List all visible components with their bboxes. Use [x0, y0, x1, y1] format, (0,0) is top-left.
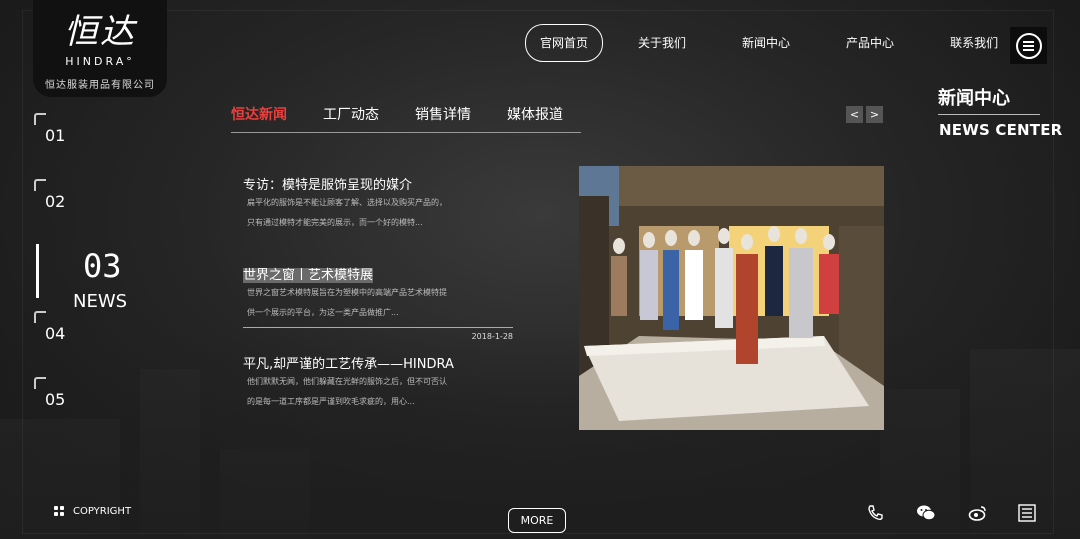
news-item[interactable]: 专访：模特是服饰呈现的媒介 扁平化的服饰是不能让顾客了解、选择以及购买产品的， … [243, 174, 513, 233]
side-index-01[interactable]: 01 [45, 126, 65, 145]
nav-home[interactable]: 官网首页 [525, 24, 604, 62]
news-title[interactable]: 专访：模特是服饰呈现的媒介 [243, 174, 513, 193]
news-photo[interactable] [579, 166, 884, 430]
hamburger-icon [1015, 32, 1042, 59]
divider [938, 114, 1040, 115]
company-name: 恒达服装用品有限公司 [45, 80, 155, 91]
next-arrow-icon[interactable]: > [866, 106, 883, 123]
carousel-arrows: < > [846, 106, 883, 123]
weibo-icon[interactable] [968, 504, 988, 526]
news-excerpt-line: 世界之窗艺术模特展旨在为塑模中的高端产品艺术模特提 [247, 288, 447, 297]
main-nav: 官网首页 关于我们 新闻中心 产品中心 联系我们 [525, 24, 1019, 62]
news-excerpt-line: 只有通过模特才能完美的展示，而一个好的模特... [247, 218, 423, 227]
brand-logo[interactable]: 恒达 HINDRA° 恒达服装用品有限公司 [33, 0, 167, 97]
corner-mark [34, 113, 46, 125]
tab-company-news[interactable]: 恒达新闻 [231, 104, 287, 132]
nav-contact[interactable]: 联系我们 [935, 24, 1013, 62]
news-title[interactable]: 平凡,却严谨的工艺传承——HINDRA [243, 353, 513, 372]
copyright-label: COPYRIGHT [73, 506, 132, 517]
tab-media[interactable]: 媒体报道 [507, 104, 563, 132]
current-number: 03 [83, 247, 122, 285]
list-icon[interactable] [1018, 504, 1036, 526]
news-title[interactable]: 世界之窗丨艺术模特展 [243, 268, 374, 283]
section-title-cn: 新闻中心 [938, 88, 1010, 109]
current-section-label: NEWS [73, 291, 128, 312]
news-excerpt-line: 的是每一道工序都是严谨到吹毛求疵的，用心... [247, 397, 415, 406]
news-item-active[interactable]: 世界之窗丨艺术模特展 世界之窗艺术模特展旨在为塑模中的高端产品艺术模特提 供一个… [243, 264, 513, 341]
corner-mark [34, 377, 46, 389]
news-excerpt-line: 他们默默无闻，他们躲藏在光鲜的服饰之后，但不可否认 [247, 377, 447, 386]
copyright[interactable]: COPYRIGHT [54, 506, 131, 517]
news-excerpt-line: 扁平化的服饰是不能让顾客了解、选择以及购买产品的， [247, 198, 447, 207]
news-date: 2018-1-28 [243, 327, 513, 341]
corner-mark [34, 179, 46, 191]
side-index-04[interactable]: 04 [45, 324, 65, 343]
content-frame [22, 10, 1054, 534]
side-index-05[interactable]: 05 [45, 390, 65, 409]
prev-arrow-icon[interactable]: < [846, 106, 863, 123]
news-tabs: 恒达新闻 工厂动态 销售详情 媒体报道 [231, 104, 581, 133]
nav-news[interactable]: 新闻中心 [727, 24, 805, 62]
section-title-en: NEWS CENTER [939, 121, 1063, 139]
tab-sales[interactable]: 销售详情 [415, 104, 471, 132]
phone-icon[interactable] [866, 504, 884, 526]
nav-about[interactable]: 关于我们 [623, 24, 701, 62]
logo-english: HINDRA° [65, 55, 135, 68]
wechat-icon[interactable] [916, 504, 936, 526]
grid-icon [54, 506, 65, 517]
more-button[interactable]: MORE [508, 508, 566, 533]
corner-mark [34, 311, 46, 323]
logo-mark: 恒达 [64, 12, 136, 52]
tab-factory-news[interactable]: 工厂动态 [323, 104, 379, 132]
side-index-02[interactable]: 02 [45, 192, 65, 211]
current-indicator [36, 244, 39, 298]
news-item[interactable]: 平凡,却严谨的工艺传承——HINDRA 他们默默无闻，他们躲藏在光鲜的服饰之后，… [243, 353, 513, 412]
menu-button[interactable] [1010, 27, 1047, 64]
news-excerpt-line: 供一个展示的平台，为这一类产品做推广... [247, 308, 399, 317]
nav-products[interactable]: 产品中心 [831, 24, 909, 62]
